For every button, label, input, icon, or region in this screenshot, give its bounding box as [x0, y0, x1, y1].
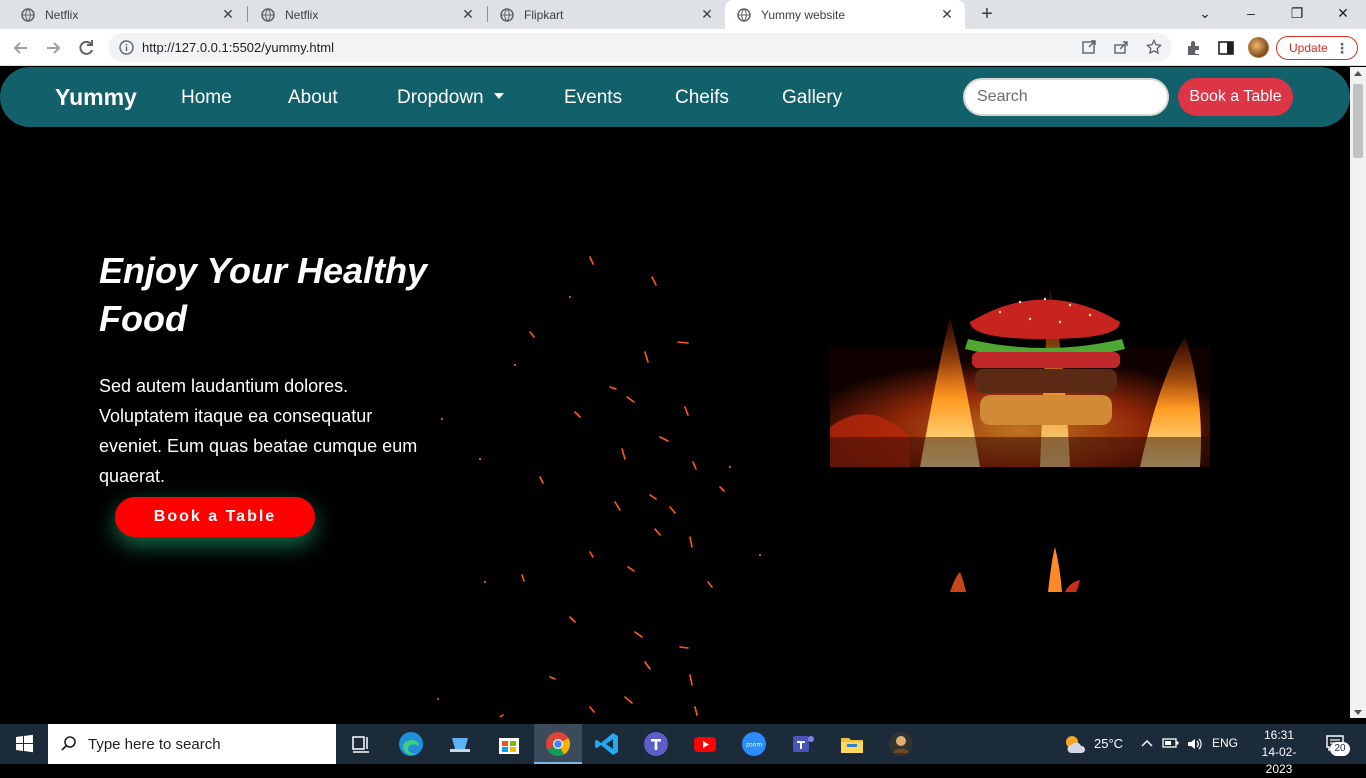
weather-temperature[interactable]: 25°C: [1094, 736, 1123, 751]
flame-image: [950, 547, 1080, 592]
nav-link-gallery[interactable]: Gallery: [782, 87, 842, 109]
globe-icon: [500, 7, 514, 22]
volume-icon[interactable]: [1186, 736, 1204, 752]
notification-count-badge: 20: [1330, 742, 1350, 756]
nav-link-about[interactable]: About: [288, 87, 338, 109]
nav-dropdown-label: Dropdown: [397, 87, 484, 108]
omnibox[interactable]: http://127.0.0.1:5502/yummy.html: [108, 33, 1172, 62]
tab-netflix-1[interactable]: Netflix ✕: [0, 0, 246, 29]
close-window-button[interactable]: ✕: [1331, 2, 1355, 24]
task-view-icon[interactable]: [347, 730, 375, 758]
windows-logo-icon: [16, 734, 33, 753]
battery-icon[interactable]: [1162, 736, 1180, 750]
side-panel-icon[interactable]: [1217, 39, 1235, 57]
edge-icon[interactable]: [397, 730, 425, 758]
tab-title: Netflix: [45, 7, 79, 22]
taskbar-search-placeholder: Type here to search: [88, 736, 221, 753]
tab-netflix-2[interactable]: Netflix ✕: [240, 0, 486, 29]
share-icon[interactable]: [1113, 39, 1129, 55]
caret-down-icon: [493, 93, 504, 99]
page-viewport: Yummy Home About Dropdown Events Cheifs …: [0, 67, 1350, 718]
store-icon[interactable]: [495, 730, 523, 758]
tab-strip: Netflix ✕ Netflix ✕ Flipkart ✕ Yummy web…: [0, 0, 1366, 29]
restore-button[interactable]: ❐: [1285, 2, 1309, 24]
teams-icon[interactable]: [642, 730, 670, 758]
fire-sparks-image: [437, 256, 761, 717]
update-label: Update: [1289, 41, 1328, 55]
burger-image: [830, 287, 1210, 467]
vscode-icon[interactable]: [593, 730, 621, 758]
minimize-button[interactable]: –: [1239, 2, 1263, 24]
nav-link-events[interactable]: Events: [564, 87, 622, 109]
extensions-icon[interactable]: [1185, 39, 1203, 57]
close-icon[interactable]: ✕: [220, 6, 236, 22]
hero-title-line-1: Enjoy Your Healthy De: [99, 250, 429, 291]
nav-link-chefs[interactable]: Cheifs: [675, 87, 729, 109]
hero-title-line-2: Food: [99, 298, 187, 339]
clock[interactable]: 16:31 14-02-2023: [1250, 727, 1308, 778]
globe-icon: [737, 7, 751, 22]
open-in-app-icon[interactable]: [1081, 39, 1097, 55]
tab-flipkart[interactable]: Flipkart ✕: [479, 0, 725, 29]
taskbar-search-box[interactable]: Type here to search: [48, 724, 336, 764]
globe-icon: [21, 7, 35, 22]
hero-description: Sed autem laudantium dolores. Voluptatem…: [99, 376, 418, 486]
avatar[interactable]: [1248, 37, 1269, 58]
hero-title: Enjoy Your Healthy De Food: [99, 247, 429, 347]
search-icon: [61, 736, 76, 751]
close-icon[interactable]: ✕: [460, 6, 476, 22]
reload-icon: [79, 40, 93, 55]
start-button[interactable]: [0, 724, 48, 764]
tab-yummy-website[interactable]: Yummy website ✕: [725, 0, 965, 29]
scrollbar-thumb[interactable]: [1353, 84, 1363, 158]
nav-book-table-button[interactable]: Book a Table: [1178, 78, 1293, 116]
teams-work-icon[interactable]: [789, 730, 817, 758]
windows-taskbar: Type here to search zoom 25°C ENG 16:31 …: [0, 724, 1366, 776]
globe-icon: [261, 7, 275, 22]
weather-partly-cloudy-icon[interactable]: [1063, 733, 1087, 755]
arrow-right-icon: [47, 42, 61, 54]
scroll-down-icon[interactable]: [1354, 710, 1362, 715]
clock-time: 16:31: [1263, 728, 1295, 742]
brand-logo[interactable]: Yummy: [55, 84, 137, 111]
star-icon[interactable]: [1146, 39, 1162, 55]
chrome-taskbar-button[interactable]: [534, 724, 582, 764]
scroll-up-icon[interactable]: [1354, 71, 1362, 76]
address-toolbar: http://127.0.0.1:5502/yummy.html Update …: [0, 29, 1366, 66]
clock-date: 14-02-2023: [1261, 745, 1297, 776]
search-input[interactable]: [963, 78, 1169, 116]
file-explorer-icon[interactable]: [838, 730, 866, 758]
youtube-icon[interactable]: [691, 730, 719, 758]
profile-app-icon[interactable]: [887, 730, 915, 758]
url-text[interactable]: http://127.0.0.1:5502/yummy.html: [142, 40, 334, 55]
reload-button[interactable]: [75, 37, 97, 59]
tab-title: Yummy website: [761, 7, 846, 22]
zoom-icon[interactable]: zoom: [740, 730, 768, 758]
new-tab-button[interactable]: +: [977, 4, 997, 24]
arrow-left-icon: [13, 42, 27, 54]
page-scrollbar[interactable]: [1350, 67, 1366, 718]
close-icon[interactable]: ✕: [939, 6, 955, 22]
nav-link-home[interactable]: Home: [181, 87, 232, 109]
forward-button[interactable]: [42, 37, 64, 59]
tab-title: Flipkart: [524, 7, 564, 22]
chevron-up-icon[interactable]: [1140, 736, 1154, 750]
tab-title: Netflix: [285, 7, 319, 22]
site-navbar: Yummy Home About Dropdown Events Cheifs …: [0, 67, 1350, 127]
back-button[interactable]: [10, 37, 32, 59]
chrome-icon: [546, 732, 571, 757]
info-icon[interactable]: [119, 40, 134, 55]
more-menu-icon[interactable]: ⋮: [1335, 37, 1349, 59]
update-button[interactable]: Update ⋮: [1276, 36, 1358, 60]
close-icon[interactable]: ✕: [699, 6, 715, 22]
hero-book-table-button[interactable]: Book a Table: [115, 497, 315, 537]
laptop-app-icon[interactable]: [446, 730, 474, 758]
nav-dropdown[interactable]: Dropdown: [397, 87, 504, 109]
chevron-down-icon[interactable]: ⌄: [1193, 2, 1217, 24]
input-language[interactable]: ENG: [1212, 736, 1238, 750]
svg-text:zoom: zoom: [746, 742, 762, 749]
